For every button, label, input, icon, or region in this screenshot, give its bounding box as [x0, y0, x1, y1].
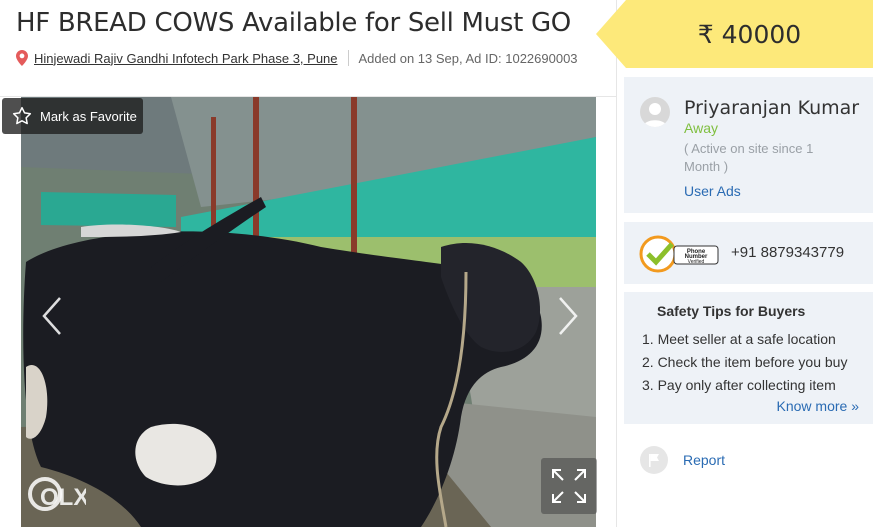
- report-label: Report: [683, 452, 726, 468]
- safety-tips-card: Safety Tips for Buyers 1. Meet seller at…: [624, 292, 873, 424]
- seller-phone[interactable]: +91 8879343779: [731, 244, 844, 261]
- phone-card: Phone Number Verified +91 8879343779: [624, 222, 873, 284]
- olx-logo-icon: OLX: [28, 477, 89, 511]
- seller-card: Priyaranjan Kumar Away ( Active on site …: [624, 77, 873, 213]
- seller-status: Away: [684, 120, 718, 136]
- svg-text:OLX: OLX: [40, 484, 86, 511]
- flag-icon: [640, 446, 668, 474]
- mark-favorite-button[interactable]: Mark as Favorite: [2, 98, 143, 134]
- olx-watermark: OLX: [28, 472, 89, 516]
- ad-meta: Hinjewadi Rajiv Gandhi Infotech Park Pha…: [16, 50, 578, 66]
- mark-favorite-label: Mark as Favorite: [40, 108, 137, 124]
- star-icon: [12, 106, 32, 125]
- seller-avatar: [640, 97, 670, 127]
- location-link[interactable]: Hinjewadi Rajiv Gandhi Infotech Park Pha…: [34, 51, 338, 66]
- next-photo-icon[interactable]: [556, 296, 580, 336]
- safety-tip: 1. Meet seller at a safe location: [642, 331, 836, 347]
- fullscreen-button[interactable]: [541, 458, 597, 514]
- ad-detail-page: HF BREAD COWS Available for Sell Must GO…: [0, 0, 873, 527]
- ad-title: HF BREAD COWS Available for Sell Must GO: [16, 8, 571, 38]
- previous-photo-icon[interactable]: [40, 296, 64, 336]
- price-banner: ₹ 40000: [596, 0, 873, 68]
- seller-active-since: ( Active on site since 1 Month ): [684, 141, 814, 174]
- svg-text:Verified: Verified: [688, 259, 705, 265]
- ad-added-info: Added on 13 Sep, Ad ID: 1022690003: [358, 50, 578, 66]
- know-more-link[interactable]: Know more »: [777, 398, 859, 414]
- price-value: ₹ 40000: [697, 19, 802, 49]
- safety-tip: 2. Check the item before you buy: [642, 354, 848, 370]
- ad-photo[interactable]: [21, 97, 596, 527]
- seller-name: Priyaranjan Kumar: [684, 97, 860, 119]
- safety-tip: 3. Pay only after collecting item: [642, 377, 836, 393]
- cow-photo-image: [21, 97, 596, 527]
- column-divider: [616, 0, 617, 527]
- location-pin-icon: [16, 50, 28, 66]
- safety-title: Safety Tips for Buyers: [657, 303, 806, 319]
- user-avatar-icon: [643, 103, 667, 127]
- meta-divider: [347, 50, 349, 66]
- expand-icon: [552, 469, 586, 503]
- report-button[interactable]: Report: [640, 446, 725, 474]
- safety-tips-list: 1. Meet seller at a safe location 2. Che…: [642, 328, 847, 397]
- phone-verified-badge-icon: Phone Number Verified: [639, 235, 719, 273]
- user-ads-link[interactable]: User Ads: [684, 183, 741, 199]
